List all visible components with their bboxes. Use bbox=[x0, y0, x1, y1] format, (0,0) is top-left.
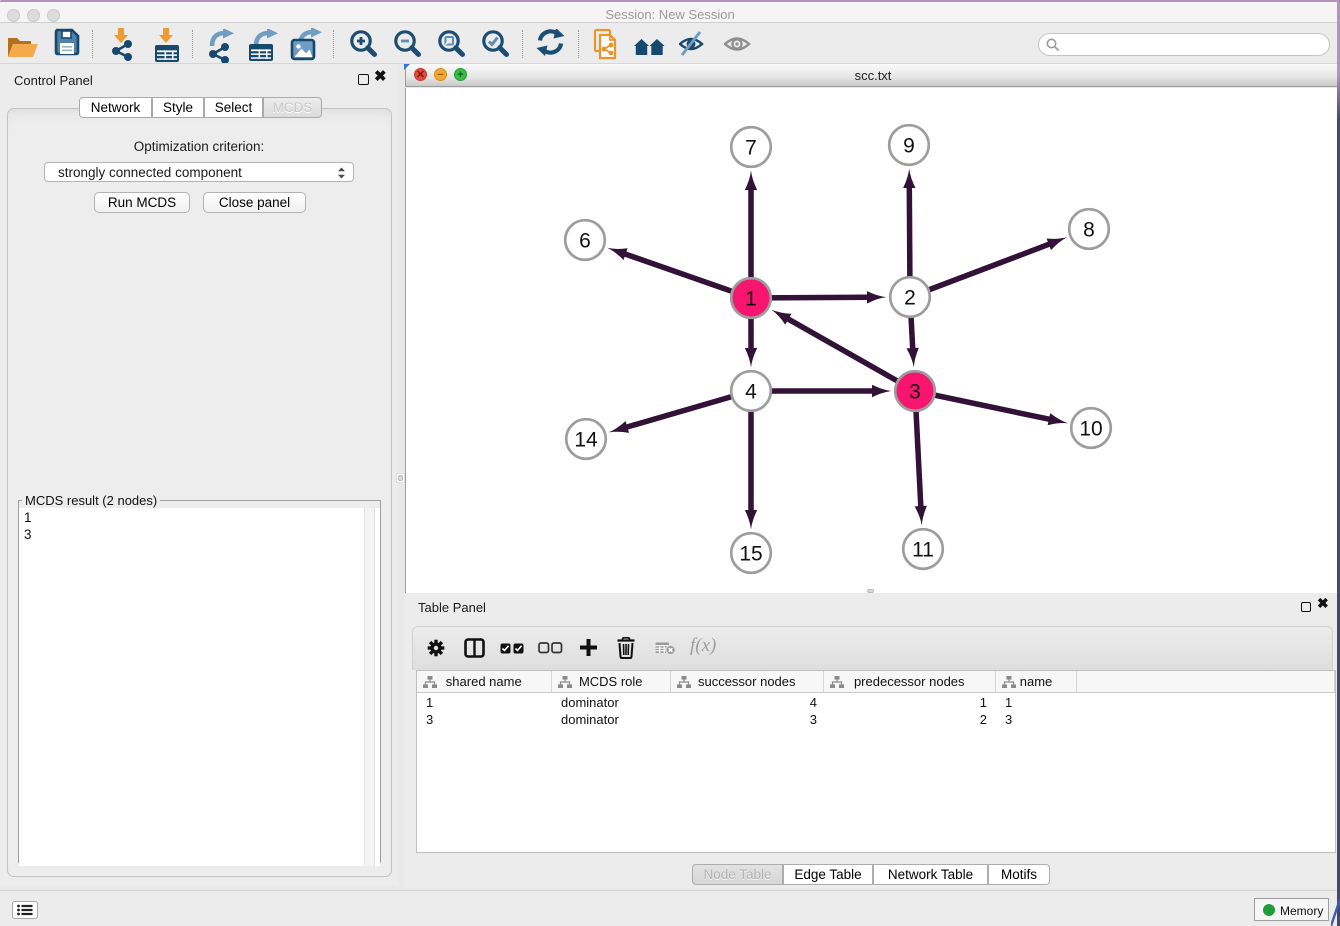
svg-text:14: 14 bbox=[574, 429, 598, 452]
svg-text:2: 2 bbox=[904, 287, 916, 310]
svg-text:4: 4 bbox=[745, 381, 757, 404]
svg-text:3: 3 bbox=[909, 381, 921, 404]
svg-text:7: 7 bbox=[745, 137, 757, 160]
svg-text:15: 15 bbox=[739, 543, 762, 566]
svg-text:1: 1 bbox=[745, 288, 757, 311]
svg-text:10: 10 bbox=[1079, 418, 1102, 441]
svg-text:11: 11 bbox=[912, 539, 934, 562]
svg-text:6: 6 bbox=[579, 230, 591, 253]
svg-text:9: 9 bbox=[903, 135, 915, 158]
svg-text:8: 8 bbox=[1083, 219, 1095, 242]
